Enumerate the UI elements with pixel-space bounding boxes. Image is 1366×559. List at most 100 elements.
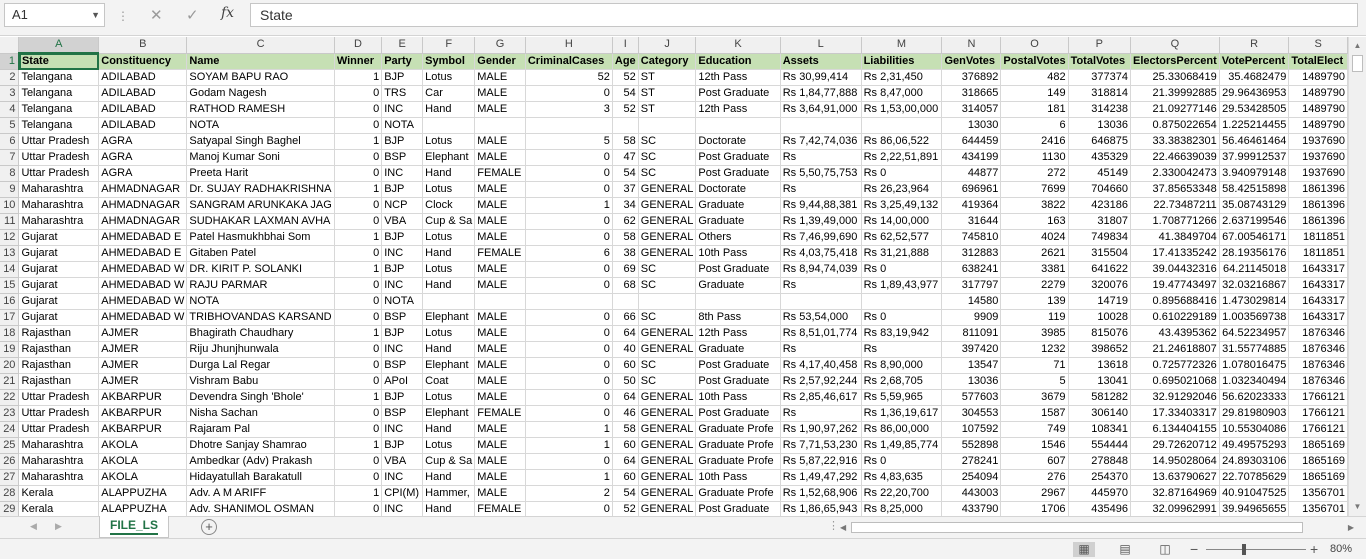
chevron-down-icon[interactable]: ▼ [91,4,100,26]
grid-cell[interactable] [612,117,639,134]
grid-cell[interactable]: Rs 1,53,00,000 [861,101,943,118]
column-title-cell[interactable]: Gender [474,53,526,70]
column-title-cell[interactable]: State [18,53,100,70]
grid-cell[interactable]: Lotus [422,325,476,342]
grid-cell[interactable]: 1643317 [1288,277,1348,294]
grid-cell[interactable]: Rs 0 [861,261,943,278]
grid-cell[interactable]: 64.21145018 [1219,261,1290,278]
grid-cell[interactable]: 398652 [1068,341,1132,358]
grid-cell[interactable]: 0 [334,405,383,422]
grid-cell[interactable]: 108341 [1068,421,1132,438]
grid-cell[interactable]: Rs [780,181,862,198]
grid-cell[interactable]: 2621 [1000,245,1069,262]
grid-cell[interactable]: 56.46461464 [1219,133,1290,150]
grid-cell[interactable]: AKBARPUR [98,405,188,422]
grid-cell[interactable]: 0 [334,421,383,438]
grid-cell[interactable]: GENERAL [638,229,697,246]
grid-cell[interactable]: Rs 1,49,47,292 [780,469,862,486]
grid-cell[interactable]: Gujarat [18,309,100,326]
grid-cell[interactable]: 0 [525,373,613,390]
grid-cell[interactable]: 1 [334,485,383,502]
grid-cell[interactable]: 52 [612,69,639,86]
grid-cell[interactable]: 2.330042473 [1130,165,1220,182]
row-header[interactable]: 16 [0,293,20,310]
grid-cell[interactable]: 0 [525,389,613,406]
grid-cell[interactable]: GENERAL [638,389,697,406]
grid-cell[interactable]: 745810 [941,229,1002,246]
grid-cell[interactable]: 1.078016475 [1219,357,1290,374]
grid-cell[interactable]: SC [638,277,697,294]
grid-cell[interactable]: Preeta Harit [186,165,335,182]
grid-cell[interactable]: 0 [334,277,383,294]
row-header[interactable]: 8 [0,165,20,182]
grid-cell[interactable]: MALE [474,277,526,294]
grid-cell[interactable]: 32.03216867 [1219,277,1290,294]
grid-cell[interactable]: Rs 7,42,74,036 [780,133,862,150]
grid-cell[interactable]: 6 [525,245,613,262]
grid-cell[interactable]: Rs 1,86,65,943 [780,501,862,516]
grid-cell[interactable]: MALE [474,229,526,246]
grid-cell[interactable]: 276 [1000,469,1069,486]
page-break-view-icon[interactable]: ◫ [1154,542,1176,557]
grid-cell[interactable]: 60 [612,437,639,454]
grid-cell[interactable]: Coat [422,373,476,390]
grid-cell[interactable]: 17.41335242 [1130,245,1220,262]
grid-cell[interactable]: APoI [381,373,424,390]
grid-cell[interactable]: 0 [334,357,383,374]
grid-cell[interactable]: 0 [525,213,613,230]
grid-cell[interactable]: Rs 5,87,22,916 [780,453,862,470]
row-header[interactable]: 6 [0,133,20,150]
grid-cell[interactable]: ST [638,85,697,102]
grid-cell[interactable]: Post Graduate [695,165,781,182]
grid-cell[interactable]: Satyapal Singh Baghel [186,133,335,150]
grid-cell[interactable]: Rs 8,90,000 [861,357,943,374]
grid-cell[interactable]: 278241 [941,453,1002,470]
grid-cell[interactable]: 641622 [1068,261,1132,278]
grid-cell[interactable]: 58 [612,421,639,438]
grid-cell[interactable]: 69 [612,261,639,278]
grid-cell[interactable]: GENERAL [638,197,697,214]
grid-cell[interactable]: 149 [1000,85,1069,102]
grid-cell[interactable]: Rs 0 [861,309,943,326]
grid-cell[interactable]: 28.19356176 [1219,245,1290,262]
grid-cell[interactable]: NCP [381,197,424,214]
grid-cell[interactable]: 0 [525,277,613,294]
grid-cell[interactable]: ADILABAD [98,69,188,86]
grid-cell[interactable]: 0 [525,453,613,470]
grid-cell[interactable]: 638241 [941,261,1002,278]
grid-cell[interactable]: Rs 2,22,51,891 [861,149,943,166]
grid-cell[interactable]: Rs 26,23,964 [861,181,943,198]
grid-cell[interactable]: SC [638,357,697,374]
row-header[interactable]: 23 [0,405,20,422]
grid-cell[interactable]: MALE [474,421,526,438]
grid-cell[interactable]: 811091 [941,325,1002,342]
grid-cell[interactable]: Godam Nagesh [186,85,335,102]
grid-cell[interactable]: INC [381,245,424,262]
grid-cell[interactable]: 21.24618807 [1130,341,1220,358]
grid-cell[interactable]: FEMALE [474,501,526,516]
grid-cell[interactable]: 1 [334,69,383,86]
grid-cell[interactable]: Graduate Profe [695,485,781,502]
grid-cell[interactable]: Maharashtra [18,469,100,486]
grid-cell[interactable]: 306140 [1068,405,1132,422]
grid-cell[interactable]: 41.3849704 [1130,229,1220,246]
grid-cell[interactable]: 1356701 [1288,501,1348,516]
grid-cell[interactable]: 37 [612,181,639,198]
grid-cell[interactable]: 1706 [1000,501,1069,516]
grid-cell[interactable]: 39.94965655 [1219,501,1290,516]
grid-cell[interactable]: MALE [474,133,526,150]
grid-cell[interactable]: 646875 [1068,133,1132,150]
grid-cell[interactable]: 376892 [941,69,1002,86]
grid-cell[interactable]: 0.695021068 [1130,373,1220,390]
grid-cell[interactable]: Clock [422,197,476,214]
grid-cell[interactable]: 1937690 [1288,165,1348,182]
grid-cell[interactable]: Rs 3,64,91,000 [780,101,862,118]
grid-cell[interactable]: Rs 14,00,000 [861,213,943,230]
grid-cell[interactable]: Hand [422,277,476,294]
grid-cell[interactable]: 482 [1000,69,1069,86]
grid-cell[interactable]: 1 [525,469,613,486]
grid-cell[interactable]: MALE [474,453,526,470]
grid-cell[interactable]: 10th Pass [695,389,781,406]
grid-cell[interactable]: Hidayatullah Barakatull [186,469,335,486]
row-header[interactable]: 27 [0,469,20,486]
